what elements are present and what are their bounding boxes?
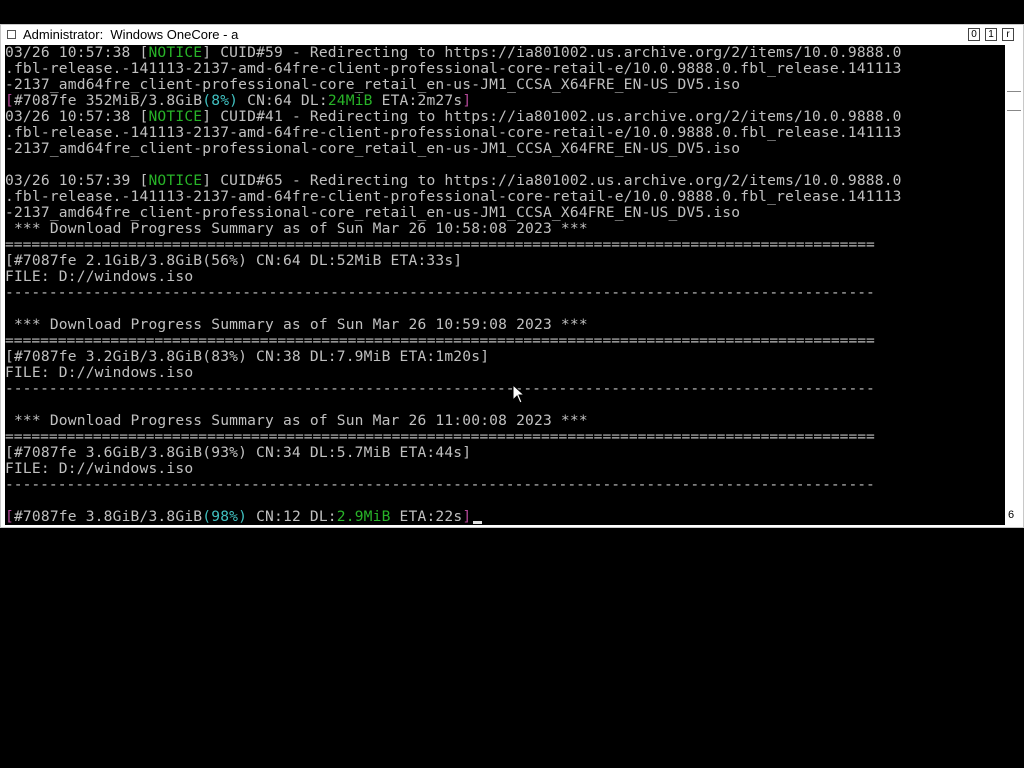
log-line: 03/26 10:57:38 [NOTICE] CUID#59 - Redire…: [5, 45, 902, 61]
file-line: FILE: D://windows.iso: [5, 364, 194, 381]
window-title: Administrator: Windows OneCore - a: [23, 27, 239, 42]
log-line: -2137_amd64fre_client-professional-core_…: [5, 140, 741, 157]
separator-single: ----------------------------------------…: [5, 285, 875, 301]
summary-heading: *** Download Progress Summary as of Sun …: [5, 316, 588, 333]
separator-double: ========================================…: [5, 237, 875, 253]
separator-single: ----------------------------------------…: [5, 381, 875, 397]
minimize-button[interactable]: 0: [968, 28, 980, 41]
maximize-button[interactable]: 1: [985, 28, 997, 41]
file-line: FILE: D://windows.iso: [5, 268, 194, 285]
notice-tag: NOTICE: [148, 108, 203, 125]
separator-single: ----------------------------------------…: [5, 477, 875, 493]
console-window[interactable]: Administrator: Windows OneCore - a 0 1 r…: [0, 24, 1024, 528]
log-line: .fbl-release.-141113-2137-amd-64fre-clie…: [5, 60, 902, 77]
progress-line: [#7087fe 3.6GiB/3.8GiB(93%) CN:34 DL:5.7…: [5, 444, 472, 461]
log-line: -2137_amd64fre_client-professional-core_…: [5, 76, 741, 93]
file-line: FILE: D://windows.iso: [5, 460, 194, 477]
log-line: .fbl-release.-141113-2137-amd-64fre-clie…: [5, 188, 902, 205]
log-line: 03/26 10:57:39 [NOTICE] CUID#65 - Redire…: [5, 172, 902, 189]
scroll-thumb[interactable]: [1007, 91, 1021, 111]
notice-tag: NOTICE: [148, 45, 203, 61]
console-output[interactable]: 03/26 10:57:38 [NOTICE] CUID#59 - Redire…: [5, 45, 1005, 525]
summary-heading: *** Download Progress Summary as of Sun …: [5, 220, 588, 237]
progress-line: [#7087fe 3.2GiB/3.8GiB(83%) CN:38 DL:7.9…: [5, 348, 490, 365]
progress-line: [#7087fe 3.8GiB/3.8GiB(98%) CN:12 DL:2.9…: [5, 509, 483, 525]
separator-double: ========================================…: [5, 429, 875, 445]
separator-double: ========================================…: [5, 333, 875, 349]
progress-line: [#7087fe 352MiB/3.8GiB(8%) CN:64 DL:24Mi…: [5, 92, 472, 109]
progress-line: [#7087fe 2.1GiB/3.8GiB(56%) CN:64 DL:52M…: [5, 252, 463, 269]
close-button[interactable]: r: [1002, 28, 1014, 41]
notice-tag: NOTICE: [148, 172, 203, 189]
summary-heading: *** Download Progress Summary as of Sun …: [5, 412, 588, 429]
log-line: -2137_amd64fre_client-professional-core_…: [5, 204, 741, 221]
title-bar[interactable]: Administrator: Windows OneCore - a 0 1 r: [1, 25, 1023, 45]
system-menu-icon[interactable]: [7, 30, 16, 39]
mouse-pointer-icon: [512, 384, 526, 404]
scrollbar-label: 6: [1008, 509, 1015, 521]
text-cursor: [473, 521, 483, 524]
vertical-scrollbar[interactable]: 6: [1005, 45, 1023, 525]
log-line: 03/26 10:57:38 [NOTICE] CUID#41 - Redire…: [5, 108, 902, 125]
log-line: .fbl-release.-141113-2137-amd-64fre-clie…: [5, 124, 902, 141]
